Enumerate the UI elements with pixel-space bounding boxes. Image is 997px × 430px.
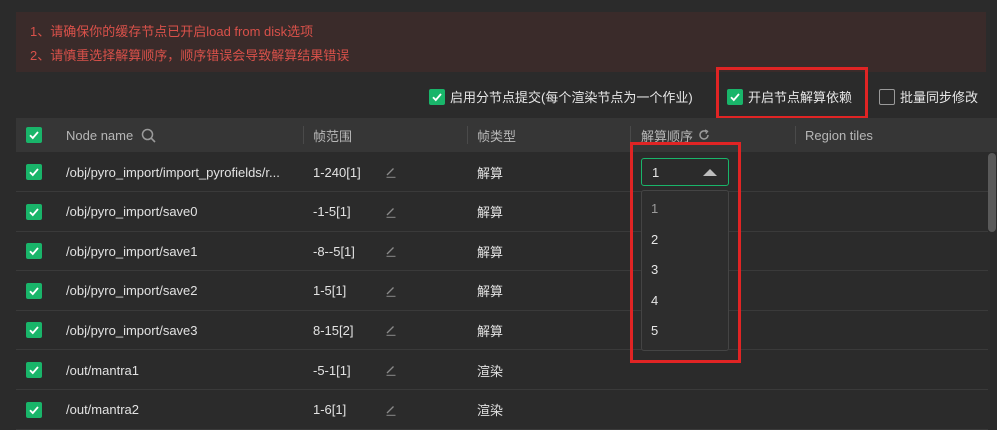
checkbox-checked-icon[interactable] bbox=[26, 203, 42, 220]
warning-line-1: 1、请确保你的缓存节点已开启load from disk选项 bbox=[30, 24, 314, 39]
frame-range-cell: 1-240[1] bbox=[313, 164, 361, 180]
node-name-cell: /out/mantra1 bbox=[66, 362, 139, 378]
warning-box: 1、请确保你的缓存节点已开启load from disk选项 2、请慎重选择解算… bbox=[16, 12, 986, 72]
node-name-cell: /out/mantra2 bbox=[66, 402, 139, 418]
frame-type-cell: 渲染 bbox=[477, 363, 504, 379]
node-name-cell: /obj/pyro_import/save0 bbox=[66, 204, 198, 220]
checkbox-checked-icon[interactable] bbox=[26, 164, 42, 180]
frame-range-cell: -8--5[1] bbox=[313, 243, 355, 259]
checkbox-checked-icon[interactable] bbox=[26, 401, 42, 418]
column-divider bbox=[303, 126, 304, 144]
edit-icon[interactable] bbox=[384, 165, 398, 179]
table-row[interactable]: /out/mantra2 1-6[1] 渲染 bbox=[16, 391, 988, 430]
header-frame-range: 帧范围 bbox=[313, 128, 353, 144]
edit-icon[interactable] bbox=[384, 323, 398, 337]
header-region-tiles: Region tiles bbox=[805, 127, 873, 143]
frame-type-cell: 解算 bbox=[477, 323, 504, 339]
column-divider bbox=[795, 126, 796, 144]
split-submit-label: 启用分节点提交(每个渲染节点为一个作业) bbox=[450, 90, 693, 105]
table-row[interactable]: /obj/pyro_import/import_pyrofields/r... 1… bbox=[16, 153, 988, 192]
node-name-cell: /obj/pyro_import/save1 bbox=[66, 243, 198, 259]
checkbox-checked-icon[interactable] bbox=[26, 322, 42, 339]
highlight-box-dependency bbox=[716, 67, 868, 119]
select-all-checkbox[interactable] bbox=[26, 118, 42, 152]
frame-type-cell: 解算 bbox=[477, 244, 504, 260]
frame-type-cell: 渲染 bbox=[477, 403, 504, 419]
table-row[interactable]: /obj/pyro_import/save3 8-15[2] 解算 bbox=[16, 311, 988, 351]
table-row[interactable]: /obj/pyro_import/save2 1-5[1] 解算 bbox=[16, 272, 988, 311]
edit-icon[interactable] bbox=[384, 363, 398, 377]
frame-range-cell: 1-6[1] bbox=[313, 402, 347, 418]
batch-sync-label: 批量同步修改 bbox=[900, 90, 979, 105]
table-row[interactable]: /obj/pyro_import/save0 -1-5[1] 解算 bbox=[16, 193, 988, 232]
frame-type-cell: 解算 bbox=[477, 165, 504, 181]
search-icon[interactable] bbox=[141, 128, 156, 143]
checkbox-checked-icon[interactable] bbox=[26, 127, 42, 143]
table-row[interactable]: /obj/pyro_import/save1 -8--5[1] 解算 bbox=[16, 232, 988, 272]
column-divider bbox=[467, 126, 468, 144]
checkbox-checked-icon[interactable] bbox=[26, 243, 42, 260]
frame-type-cell: 解算 bbox=[477, 205, 504, 221]
batch-sync-option[interactable]: 批量同步修改 bbox=[879, 87, 978, 106]
edit-icon[interactable] bbox=[384, 284, 398, 298]
node-name-cell: /obj/pyro_import/save2 bbox=[66, 283, 198, 299]
warning-line-2: 2、请慎重选择解算顺序，顺序错误会导致解算结果错误 bbox=[30, 48, 350, 63]
split-submit-option[interactable]: 启用分节点提交(每个渲染节点为一个作业) bbox=[429, 87, 693, 106]
frame-range-cell: 8-15[2] bbox=[313, 322, 354, 338]
checkbox-checked-icon[interactable] bbox=[26, 362, 42, 378]
frame-range-cell: -5-1[1] bbox=[313, 362, 351, 378]
scrollbar-thumb[interactable] bbox=[988, 153, 996, 232]
frame-range-cell: 1-5[1] bbox=[313, 283, 347, 299]
edit-icon[interactable] bbox=[384, 205, 398, 219]
edit-icon[interactable] bbox=[384, 244, 398, 258]
header-node-name-label: Node name bbox=[66, 127, 134, 143]
highlight-box-order bbox=[630, 142, 741, 363]
refresh-icon[interactable] bbox=[698, 129, 710, 141]
header-frame-type: 帧类型 bbox=[477, 128, 517, 144]
edit-icon[interactable] bbox=[384, 403, 398, 417]
frame-range-cell: -1-5[1] bbox=[313, 204, 351, 220]
frame-type-cell: 解算 bbox=[477, 284, 504, 300]
header-node-name: Node name bbox=[66, 118, 156, 152]
table-row[interactable]: /out/mantra1 -5-1[1] 渲染 bbox=[16, 351, 988, 390]
node-name-cell: /obj/pyro_import/save3 bbox=[66, 322, 198, 338]
checkbox-checked-icon[interactable] bbox=[429, 88, 445, 105]
table-header: Node name 帧范围 帧类型 解算顺序 Region tiles bbox=[16, 118, 997, 152]
checkbox-checked-icon[interactable] bbox=[26, 282, 42, 299]
checkbox-unchecked-icon[interactable] bbox=[879, 88, 895, 105]
node-name-cell: /obj/pyro_import/import_pyrofields/r... bbox=[66, 164, 280, 180]
